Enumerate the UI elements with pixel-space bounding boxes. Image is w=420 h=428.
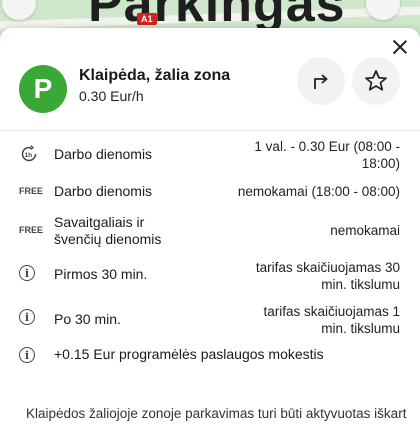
info-icon: i — [19, 309, 35, 325]
road-badge: A1 — [137, 13, 157, 25]
tariff-label: Pirmos 30 min. — [54, 266, 148, 282]
zone-details-sheet: P Klaipėda, žalia zona 0.30 Eur/h 1h Dar… — [0, 28, 420, 428]
tariff-value-line: tarifas skaičiuojamas 1 — [263, 304, 400, 319]
tariff-value: nemokamai — [330, 223, 400, 238]
tariff-label: Savaitgaliais ir švenčių dienomis — [54, 214, 161, 248]
zone-rate: 0.30 Eur/h — [79, 88, 144, 104]
favorite-button[interactable] — [352, 57, 400, 105]
info-icon-wrap: i — [19, 347, 41, 363]
tariff-label: Darbo dienomis — [54, 146, 153, 162]
tariff-value-line: min. tikslumu — [321, 277, 400, 292]
free-icon: FREE — [19, 186, 44, 196]
zone-description: Klaipėdos žaliojoje zonoje parkavimas tu… — [26, 406, 407, 421]
map-control-left[interactable] — [2, 0, 36, 20]
tariff-value-line: 1 val. - 0.30 Eur (08:00 - — [254, 139, 400, 154]
tariff-label-line: Savaitgaliais ir — [54, 214, 145, 230]
tariff-label: Darbo dienomis — [54, 183, 153, 199]
tariff-value-line: min. tikslumu — [321, 321, 400, 336]
tariff-label: Po 30 min. — [54, 311, 121, 327]
tariff-value: tarifas skaičiuojamas 30 min. tikslumu — [256, 259, 400, 293]
header-divider — [0, 130, 420, 131]
turn-right-arrow-icon — [314, 74, 328, 89]
tariff-value: nemokamai (18:00 - 08:00) — [237, 184, 400, 199]
tariff-label: +0.15 Eur programėlės paslaugos mokestis — [54, 346, 324, 362]
star-icon — [365, 70, 387, 91]
tariff-value-line: tarifas skaičiuojamas 30 — [255, 260, 400, 275]
close-icon[interactable] — [389, 36, 411, 58]
tariff-value-line: 18:00) — [361, 156, 400, 171]
tariff-value: tarifas skaičiuojamas 1 min. tikslumu — [263, 303, 400, 337]
svg-text:1h: 1h — [25, 152, 33, 159]
directions-button[interactable] — [297, 57, 345, 105]
zone-title: Klaipėda, žalia zona — [79, 67, 231, 84]
map-control-right[interactable] — [366, 0, 400, 20]
info-icon-wrap: i — [19, 309, 41, 325]
parking-zone-badge: P — [19, 65, 67, 113]
free-icon: FREE — [19, 225, 44, 235]
clock-1h-icon: 1h — [19, 144, 41, 166]
tariff-value: 1 val. - 0.30 Eur (08:00 - 18:00) — [254, 138, 400, 172]
tariff-label-line: švenčių dienomis — [54, 231, 162, 247]
info-icon: i — [19, 347, 35, 363]
info-icon-wrap: i — [19, 265, 41, 281]
info-icon: i — [19, 265, 35, 281]
